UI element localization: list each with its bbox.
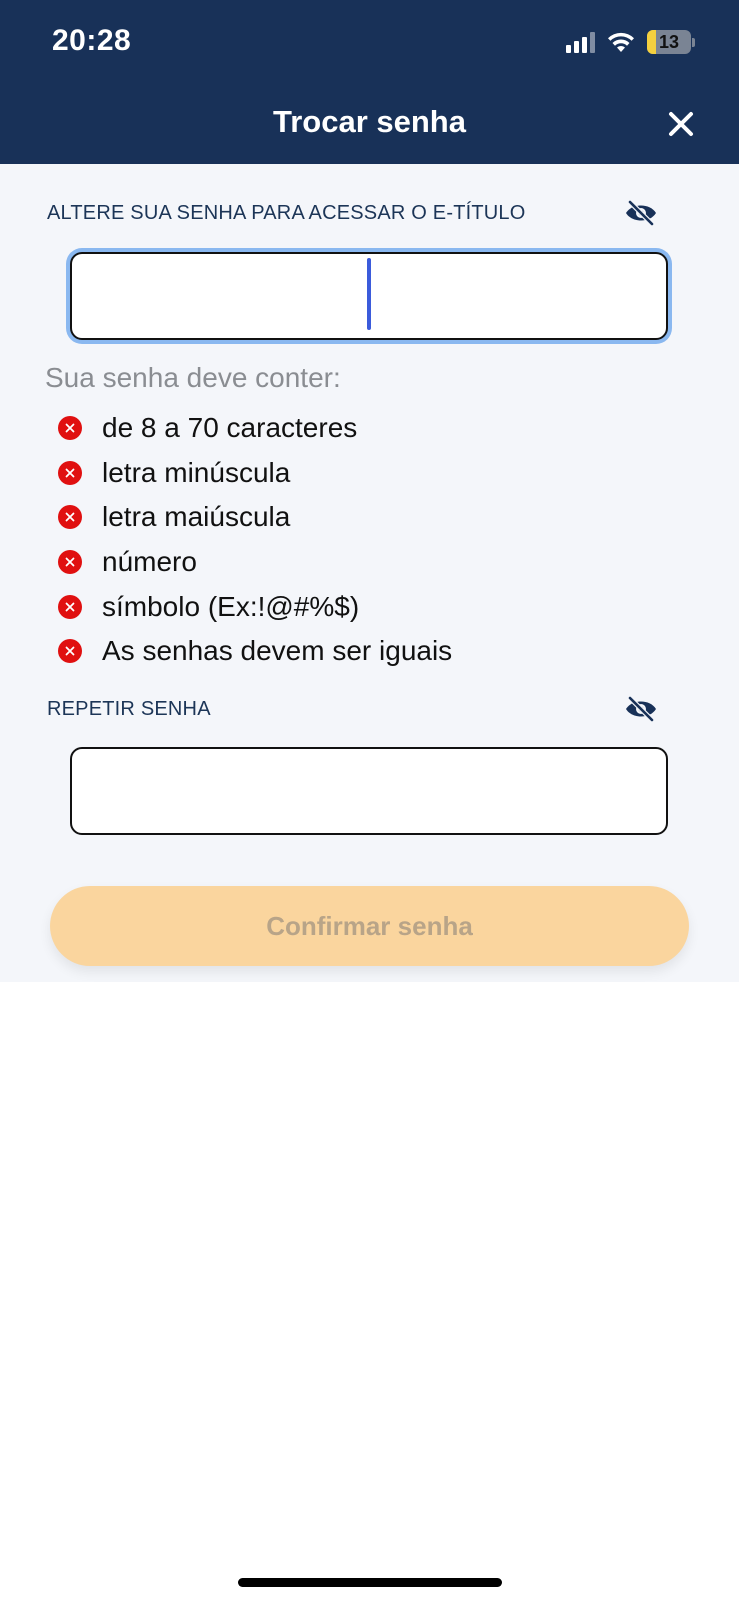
requirement-lowercase: letra minúscula — [58, 451, 452, 496]
app-header: 20:28 13 Trocar senha — [0, 0, 739, 164]
error-x-icon — [58, 460, 82, 485]
signal-icon — [566, 31, 595, 53]
requirements-list: de 8 a 70 caracteres letra minúscula let… — [58, 406, 452, 674]
battery-icon: 13 — [647, 30, 695, 54]
requirement-label: letra minúscula — [102, 456, 291, 488]
requirements-heading: Sua senha deve conter: — [45, 362, 341, 393]
requirement-length: de 8 a 70 caracteres — [58, 406, 452, 451]
requirement-number: número — [58, 540, 452, 585]
wifi-icon — [608, 32, 634, 52]
eye-slash-icon[interactable] — [624, 696, 658, 722]
requirement-label: de 8 a 70 caracteres — [102, 412, 358, 444]
requirement-symbol: símbolo (Ex:!@#%$) — [58, 584, 452, 629]
page-title: Trocar senha — [273, 104, 466, 139]
close-icon[interactable] — [665, 108, 697, 140]
requirement-label: letra maiúscula — [102, 501, 291, 533]
error-x-icon — [58, 639, 82, 664]
confirm-password-button[interactable]: Confirmar senha — [50, 886, 689, 966]
repeat-password-label: REPETIR SENHA — [47, 698, 211, 720]
error-x-icon — [58, 594, 82, 619]
requirement-label: número — [102, 546, 197, 578]
requirement-uppercase: letra maiúscula — [58, 495, 452, 540]
home-indicator — [238, 1578, 502, 1587]
repeat-password-input[interactable] — [70, 747, 668, 835]
requirement-label: símbolo (Ex:!@#%$) — [102, 590, 360, 622]
error-x-icon — [58, 505, 82, 530]
error-x-icon — [58, 550, 82, 575]
requirement-label: As senhas devem ser iguais — [102, 635, 453, 667]
status-icons: 13 — [566, 30, 695, 54]
password-field-label: ALTERE SUA SENHA PARA ACESSAR O E-TÍTULO — [47, 202, 526, 224]
text-caret — [367, 258, 371, 330]
error-x-icon — [58, 416, 82, 441]
eye-slash-icon[interactable] — [624, 200, 658, 226]
battery-level: 13 — [658, 31, 680, 52]
requirement-match: As senhas devem ser iguais — [58, 629, 452, 674]
status-time: 20:28 — [52, 24, 132, 57]
